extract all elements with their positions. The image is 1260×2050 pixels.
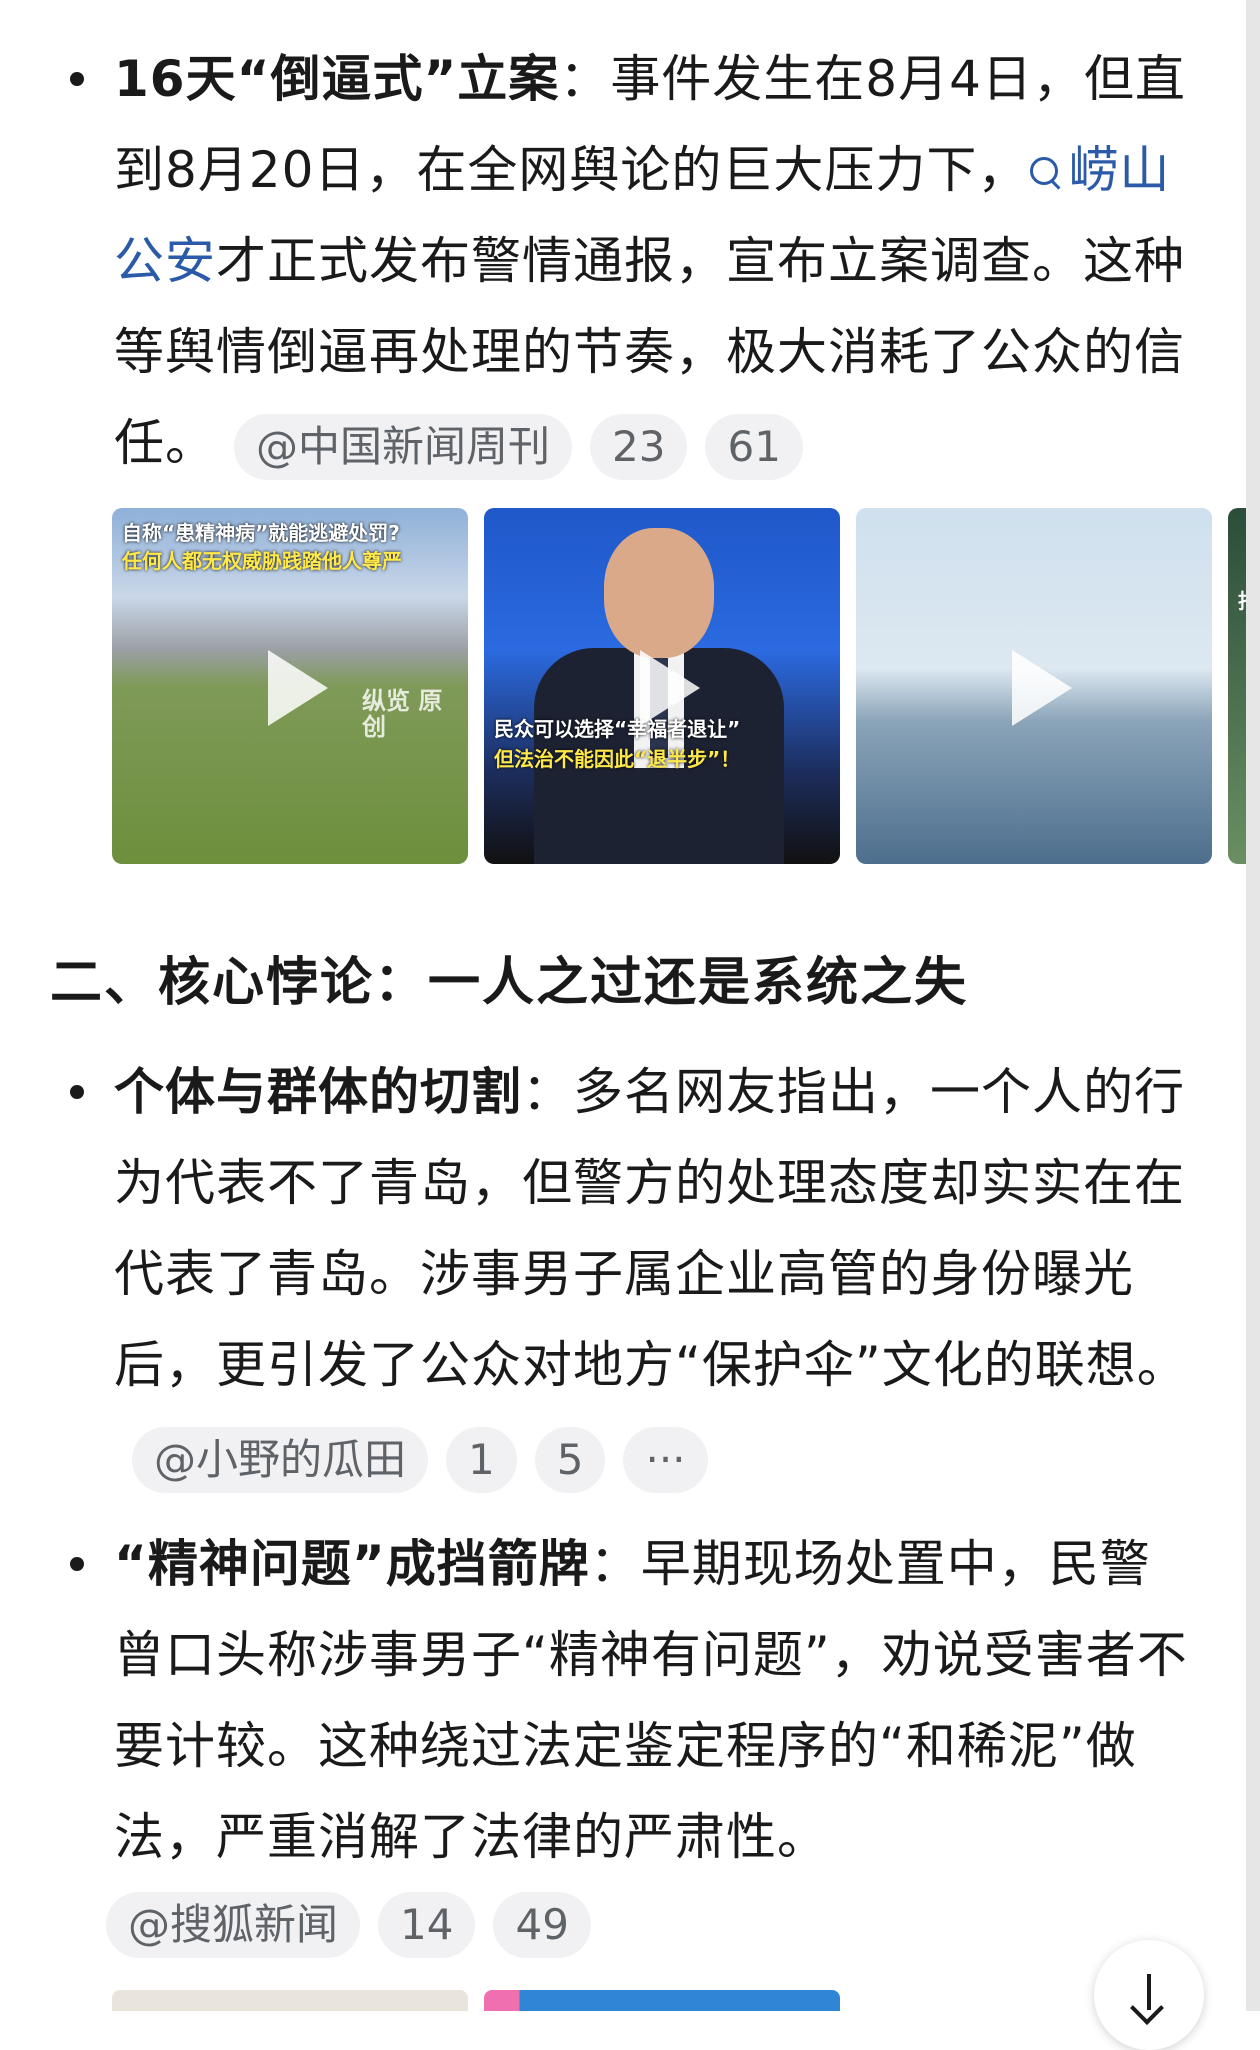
video-thumbnail-2[interactable]: 民众可以选择“幸福者退让” 但法治不能因此“退半步”！ [484, 508, 840, 864]
count-chip-2[interactable]: 49 [493, 1892, 591, 1958]
source-chip[interactable]: @搜狐新闻 [106, 1892, 361, 1958]
next-thumbnail-strip [112, 1990, 1212, 2011]
video1-caption-mid: 任何人都无权威胁践踏他人尊严 [122, 549, 402, 573]
scrollbar[interactable] [1246, 0, 1260, 2011]
bullet-dot [70, 1085, 84, 1099]
count-chip-1[interactable]: 1 [446, 1426, 517, 1493]
next-thumbnail-2[interactable] [484, 1990, 840, 2011]
source-chip[interactable]: @小野的瓜田 [132, 1426, 429, 1493]
next-thumbnail-1[interactable] [112, 1990, 468, 2011]
video-thumbnail-strip: 自称“患精神病”就能逃避处罚? 任何人都无权威胁践踏他人尊严 纵览 原创 民众可… [112, 508, 1260, 864]
section-heading: 二、核心悖论：一人之过还是系统之失 [50, 953, 969, 1013]
more-options-chip[interactable]: ··· [623, 1426, 708, 1493]
item3-chips-row: @搜狐新闻 14 49 [106, 1892, 591, 1958]
video-thumbnail-1[interactable]: 自称“患精神病”就能逃避处罚? 任何人都无权威胁践踏他人尊严 纵览 原创 [112, 508, 468, 864]
play-icon [626, 650, 700, 726]
count-chip-1[interactable]: 23 [590, 413, 688, 480]
item1-paragraph: 16天“倒逼式”立案：事件发生在8月4日，但直到8月20日，在全网舆论的巨大压力… [114, 34, 1194, 489]
play-icon [254, 650, 328, 726]
video2-caption-2: 但法治不能因此“退半步”！ [494, 747, 741, 771]
item2-paragraph: 个体与群体的切割：多名网友指出，一个人的行为代表不了青岛，但警方的处理态度却实实… [114, 1047, 1194, 1502]
play-icon [998, 650, 1072, 726]
bullet-dot [70, 1557, 84, 1571]
count-chip-1[interactable]: 14 [378, 1892, 476, 1958]
video-thumbnail-3[interactable] [856, 508, 1212, 864]
video1-watermark: 纵览 原创 [362, 687, 443, 741]
item3-paragraph: “精神问题”成挡箭牌：早期现场处置中，民警曾口头称涉事男子“精神有问题”，劝说受… [114, 1535, 1188, 1866]
video1-caption-top: 自称“患精神病”就能逃避处罚? [122, 521, 400, 545]
bullet-dot [70, 72, 84, 86]
item3-bold-title: “精神问题”成挡箭牌 [114, 1535, 590, 1593]
count-chip-2[interactable]: 61 [705, 413, 803, 480]
scroll-down-button[interactable] [1094, 1940, 1204, 2050]
search-icon [1028, 155, 1062, 189]
item1-bold-title: 16天“倒逼式”立案 [114, 50, 560, 108]
item2-bold-title: 个体与群体的切割 [114, 1063, 522, 1121]
source-chip[interactable]: @中国新闻周刊 [234, 413, 573, 480]
count-chip-2[interactable]: 5 [534, 1426, 606, 1493]
